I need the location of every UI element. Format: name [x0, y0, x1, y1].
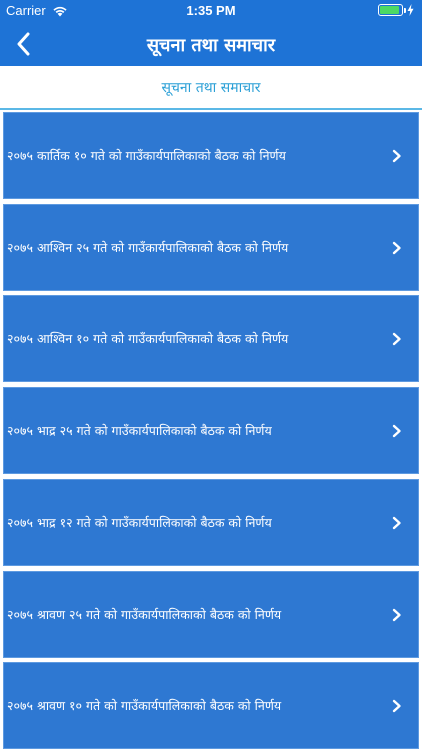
status-time: 1:35 PM	[186, 3, 236, 18]
status-right	[378, 4, 414, 16]
list-item[interactable]: २०७५ आश्विन २५ गते को गाउँकार्यपालिकाको …	[3, 204, 419, 291]
list-item-label: २०७५ भाद्र २५ गते को गाउँकार्यपालिकाको ब…	[7, 423, 272, 438]
chevron-right-icon	[392, 516, 401, 530]
charging-bolt-icon	[407, 4, 414, 16]
section-header: सूचना तथा समाचार	[0, 66, 422, 110]
list-item[interactable]: २०७५ श्रावण २५ गते को गाउँकार्यपालिकाको …	[3, 571, 419, 658]
list-item-label: २०७५ आश्विन २५ गते को गाउँकार्यपालिकाको …	[7, 240, 289, 255]
chevron-right-icon	[392, 332, 401, 346]
list-item-label: २०७५ भाद्र १२ गते को गाउँकार्यपालिकाको ब…	[7, 515, 272, 530]
list-item-label: २०७५ आश्विन १० गते को गाउँकार्यपालिकाको …	[7, 331, 289, 346]
list-item-label: २०७५ कार्तिक १० गते को गाउँकार्यपालिकाको…	[7, 148, 286, 163]
battery-level	[380, 6, 399, 14]
list-item-label: २०७५ श्रावण २५ गते को गाउँकार्यपालिकाको …	[7, 607, 282, 622]
section-title: सूचना तथा समाचार	[161, 80, 261, 96]
nav-bar: सूचना तथा समाचार	[0, 22, 422, 66]
top-bar: Carrier 1:35 PM सूचना तथा समाचार	[0, 0, 422, 66]
list-item[interactable]: २०७५ आश्विन १० गते को गाउँकार्यपालिकाको …	[3, 295, 419, 382]
chevron-right-icon	[392, 241, 401, 255]
chevron-right-icon	[392, 424, 401, 438]
chevron-right-icon	[392, 608, 401, 622]
list-item[interactable]: २०७५ भाद्र १२ गते को गाउँकार्यपालिकाको ब…	[3, 479, 419, 566]
battery-icon	[378, 4, 406, 16]
list-item[interactable]: २०७५ श्रावण १० गते को गाउँकार्यपालिकाको …	[3, 662, 419, 749]
chevron-right-icon	[392, 699, 401, 713]
list-item[interactable]: २०७५ भाद्र २५ गते को गाउँकार्यपालिकाको ब…	[3, 387, 419, 474]
page-title: सूचना तथा समाचार	[146, 35, 276, 56]
battery-tip	[404, 8, 406, 13]
list-item[interactable]: २०७५ कार्तिक १० गते को गाउँकार्यपालिकाको…	[3, 112, 419, 199]
list-item-label: २०७५ श्रावण १० गते को गाउँकार्यपालिकाको …	[7, 698, 282, 713]
status-bar: Carrier 1:35 PM	[0, 0, 422, 22]
chevron-right-icon	[392, 149, 401, 163]
